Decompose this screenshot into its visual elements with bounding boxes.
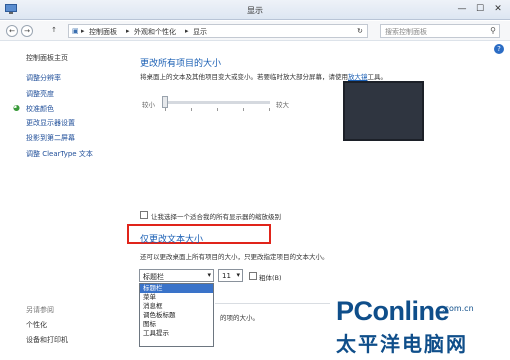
custom-scaling-label: 让我选择一个适合我的所有显示器的缩放级别: [151, 213, 281, 221]
magnifier-link[interactable]: 放大镜: [348, 73, 368, 81]
search-placeholder: 搜索控制面板: [385, 28, 427, 36]
custom-scaling-checkbox[interactable]: [140, 211, 148, 219]
sidebar-item-project[interactable]: 投影到第二屏幕: [26, 133, 75, 143]
address-bar: ← → ↑ ▣ ▸ 控制面板 ▸ 外观和个性化 ▸ 显示 ↻ 搜索控制面板 ⚲: [0, 21, 510, 41]
bold-checkbox[interactable]: [249, 272, 257, 280]
element-dropdown-list[interactable]: 标题栏 菜单 消息框 调色板标题 图标 工具提示: [139, 283, 214, 347]
divider: [215, 303, 330, 304]
breadcrumb-appearance[interactable]: 外观和个性化: [134, 27, 176, 37]
minimize-button[interactable]: —: [455, 3, 469, 15]
slider-max-label: 较大: [276, 101, 289, 109]
size-slider-thumb[interactable]: [162, 96, 168, 108]
size-slider-track[interactable]: [165, 101, 270, 104]
text-size-heading: 仅更改文本大小: [140, 235, 204, 245]
bold-label: 粗体(B): [259, 274, 282, 282]
help-icon[interactable]: ?: [494, 44, 504, 54]
sidebar-item-brightness[interactable]: 调整亮度: [26, 89, 54, 99]
desc-text: 将桌面上的文本及其他项目变大或变小。若要临时放大部分屏幕，请使用: [140, 73, 348, 81]
sidebar-item-resolution[interactable]: 调整分辨率: [26, 73, 61, 83]
dropdown-option[interactable]: 菜单: [140, 293, 213, 302]
logo-brand-pc: PC: [336, 296, 373, 326]
logo-brand: PConline: [336, 296, 450, 327]
maximize-button[interactable]: ☐: [473, 3, 487, 15]
refresh-icon[interactable]: ↻: [357, 27, 363, 35]
logo-cn: 太平洋电脑网: [336, 332, 468, 356]
desc-tail: 工具。: [367, 73, 388, 81]
see-also-heading: 另请参阅: [26, 306, 54, 314]
chevron-down-icon: ▾: [207, 271, 211, 279]
partial-desc: 的项的大小。: [220, 314, 259, 322]
text-size-desc: 还可以更改桌面上所有项目的大小，只更改指定项目的文本大小。: [140, 253, 329, 261]
pconline-logo: PConline .com.cn 太平洋电脑网: [336, 296, 508, 360]
up-button[interactable]: ↑: [48, 25, 60, 37]
sidebar-item-personalize[interactable]: 个性化: [26, 320, 47, 330]
sidebar-item-display-settings[interactable]: 更改显示器设置: [26, 118, 75, 128]
font-size-select[interactable]: 11 ▾: [218, 269, 243, 282]
search-input[interactable]: 搜索控制面板 ⚲: [380, 24, 500, 38]
sidebar-item-calibrate-color[interactable]: 校准颜色: [26, 104, 54, 114]
close-button[interactable]: ✕: [491, 3, 505, 15]
title-bar: 显示 — ☐ ✕: [0, 0, 510, 20]
sidebar-item-devices-printers[interactable]: 设备和打印机: [26, 335, 68, 345]
breadcrumb-control-panel[interactable]: 控制面板: [89, 27, 117, 37]
breadcrumb-sep: ▸: [81, 27, 85, 35]
slider-ticks: [165, 108, 270, 111]
breadcrumb-sep: ▸: [185, 27, 189, 35]
chevron-down-icon: ▾: [236, 271, 240, 279]
breadcrumb[interactable]: ▣ ▸ 控制面板 ▸ 外观和个性化 ▸ 显示 ↻: [68, 24, 368, 38]
sidebar-home[interactable]: 控制面板主页: [26, 53, 68, 63]
dropdown-option[interactable]: 工具提示: [140, 329, 213, 338]
element-select-value: 标题栏: [143, 273, 164, 281]
preview-stand: [343, 81, 424, 141]
dropdown-option[interactable]: 图标: [140, 320, 213, 329]
sidebar-item-cleartype[interactable]: 调整 ClearType 文本: [26, 149, 93, 159]
control-panel-icon: ▣: [72, 27, 79, 35]
search-icon[interactable]: ⚲: [490, 26, 496, 35]
change-all-size-desc: 将桌面上的文本及其他项目变大或变小。若要临时放大部分屏幕，请使用放大镜工具。: [140, 71, 387, 81]
font-size-value: 11: [222, 272, 231, 280]
breadcrumb-display[interactable]: 显示: [193, 27, 207, 37]
color-calibration-icon: ◕: [13, 103, 20, 112]
dropdown-option[interactable]: 调色板标题: [140, 311, 213, 320]
change-all-size-heading: 更改所有项目的大小: [140, 59, 222, 69]
logo-brand-online: online: [372, 296, 450, 326]
dropdown-option[interactable]: 消息框: [140, 302, 213, 311]
forward-button[interactable]: →: [21, 25, 33, 37]
dropdown-option[interactable]: 标题栏: [140, 284, 213, 293]
slider-min-label: 较小: [142, 101, 155, 109]
logo-domain: .com.cn: [442, 304, 474, 313]
element-select[interactable]: 标题栏 ▾: [139, 269, 214, 282]
back-button[interactable]: ←: [6, 25, 18, 37]
window-title: 显示: [247, 6, 263, 15]
breadcrumb-sep: ▸: [126, 27, 130, 35]
